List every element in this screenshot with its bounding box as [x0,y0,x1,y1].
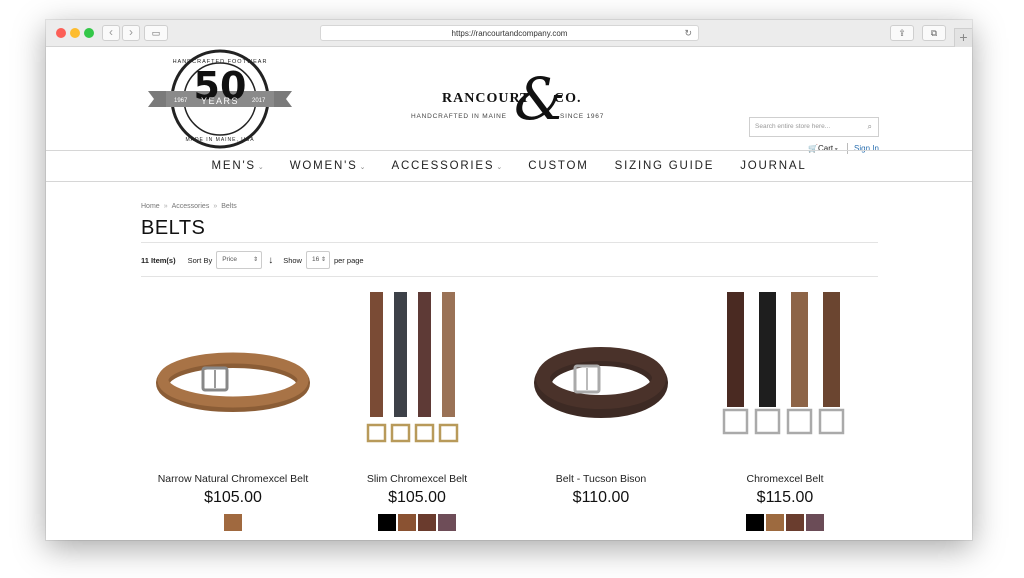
nav-item-journal[interactable]: JOURNAL [740,160,806,172]
per-page-value: 16 [311,256,320,263]
nav-label: WOMEN'S [289,160,358,172]
slim-chromexcel-belt-image[interactable] [325,288,509,458]
select-arrows-icon: ⇕ [320,257,326,263]
browser-window: ‹ › ▭ https://rancourtandcompany.com ↻ ⇪… [46,20,972,540]
select-arrows-icon: ⇕ [253,257,259,263]
brand-tagline-left: HANDCRAFTED IN MAINE [411,113,507,120]
product-price: $105.00 [204,489,262,506]
color-swatch-burgundy[interactable] [438,514,456,531]
search-input[interactable]: Search entire store here... ⌕ [749,117,879,137]
breadcrumb-home[interactable]: Home [141,203,160,210]
nav-item-sizing-guide[interactable]: SIZING GUIDE [615,160,715,172]
color-swatch-brown[interactable] [786,514,804,531]
nav-item-custom[interactable]: CUSTOM [528,160,588,172]
divider [141,242,878,243]
color-swatch-black[interactable] [746,514,764,531]
per-page-select[interactable]: 16 ⇕ [305,251,330,269]
breadcrumb-belts: Belts [221,203,237,210]
product-price: $105.00 [388,489,446,506]
zoom-window-button[interactable] [84,28,94,38]
new-tab-button[interactable]: + [954,28,972,47]
product-grid: Narrow Natural Chromexcel Belt $105.00 S… [141,288,881,538]
color-swatch-natural[interactable] [224,514,242,531]
close-window-button[interactable] [56,28,66,38]
color-swatch-burgundy[interactable] [806,514,824,531]
reload-icon[interactable]: ↻ [684,26,692,41]
main-navigation: MEN'S ⌄ WOMEN'S ⌄ ACCESSORIES ⌄ CUSTOM SIZI… [46,150,972,182]
browser-toolbar: ‹ › ▭ https://rancourtandcompany.com ↻ ⇪… [46,20,972,47]
svg-text:YEARS: YEARS [201,96,239,106]
brand-logo[interactable]: RANCOURT & CO. HANDCRAFTED IN MAINE SINC… [406,69,616,139]
sidebar-toggle-icon[interactable]: ▭ [144,25,168,41]
sort-select[interactable]: Price ⇕ [216,251,263,269]
nav-item-accessories[interactable]: ACCESSORIES ⌄ [391,160,502,172]
product-card[interactable]: Narrow Natural Chromexcel Belt $105.00 [141,288,325,538]
product-price: $110.00 [572,489,630,506]
search-icon[interactable]: ⌕ [868,118,872,136]
chevron-down-icon: ⌄ [257,164,264,171]
color-swatches [325,514,509,531]
svg-text:2017: 2017 [252,98,266,104]
product-card[interactable]: Slim Chromexcel Belt $105.00 [325,288,509,538]
forward-button[interactable]: › [122,25,140,41]
divider [141,276,878,277]
color-swatch-dark-brown[interactable] [418,514,436,531]
color-swatches [693,514,877,531]
nav-label: MEN'S [211,160,256,172]
sort-label: Sort By [187,255,213,265]
color-swatches [141,514,325,531]
brand-co: CO. [554,91,582,106]
sort-direction-arrow-icon[interactable]: ↓ [268,255,273,266]
brand-tagline-right: SINCE 1967 [560,113,605,120]
svg-text:1967: 1967 [174,98,188,104]
per-page-label: per page [333,255,364,265]
sort-value: Price [222,256,238,263]
color-swatch-black[interactable] [378,514,396,531]
narrow-natural-belt-image[interactable] [141,288,325,458]
nav-label: ACCESSORIES [391,160,495,172]
chromexcel-belt-image[interactable] [693,288,877,458]
minimize-window-button[interactable] [70,28,80,38]
product-name[interactable]: Narrow Natural Chromexcel Belt [141,473,325,485]
share-icon[interactable]: ⇪ [890,25,914,41]
chevron-down-icon: ⌄ [359,164,366,171]
product-name[interactable]: Slim Chromexcel Belt [325,473,509,485]
item-count: 11 Item(s) [141,255,176,265]
chevron-right-icon: » [213,203,218,210]
nav-item-mens[interactable]: MEN'S ⌄ [211,160,263,172]
site-header: 1967 2017 50 YEARS HANDCRAFTED FOOTWEAR … [46,47,972,154]
svg-text:MADE IN MAINE, USA: MADE IN MAINE, USA [185,137,254,143]
tucson-bison-belt-image[interactable] [509,288,693,458]
address-bar[interactable]: https://rancourtandcompany.com ↻ [320,25,699,41]
breadcrumb-accessories[interactable]: Accessories [172,203,210,210]
page-title: BELTS [141,217,206,239]
nav-item-womens[interactable]: WOMEN'S ⌄ [290,160,366,172]
svg-text:HANDCRAFTED FOOTWEAR: HANDCRAFTED FOOTWEAR [173,59,268,65]
show-label: Show [283,255,302,265]
color-swatch-tan[interactable] [766,514,784,531]
chevron-right-icon: » [163,203,168,210]
product-toolbar: 11 Item(s) Sort By Price ⇕ ↓ Show 16 ⇕ per… [141,250,364,270]
breadcrumb: Home» Accessories» Belts [141,203,237,210]
product-name[interactable]: Chromexcel Belt [693,473,877,485]
chevron-down-icon: ⌄ [496,164,503,171]
color-swatch-brown[interactable] [398,514,416,531]
product-card[interactable]: Chromexcel Belt $115.00 [693,288,877,538]
tabs-overview-icon[interactable]: ⧉ [922,25,946,41]
product-name[interactable]: Belt - Tucson Bison [509,473,693,485]
anniversary-badge-logo[interactable]: 1967 2017 50 YEARS HANDCRAFTED FOOTWEAR … [146,49,294,149]
back-button[interactable]: ‹ [102,25,120,41]
product-price: $115.00 [756,489,814,506]
product-card[interactable]: Belt - Tucson Bison $110.00 [509,288,693,538]
search-placeholder: Search entire store here... [755,123,831,130]
url-text: https://rancourtandcompany.com [451,29,568,38]
